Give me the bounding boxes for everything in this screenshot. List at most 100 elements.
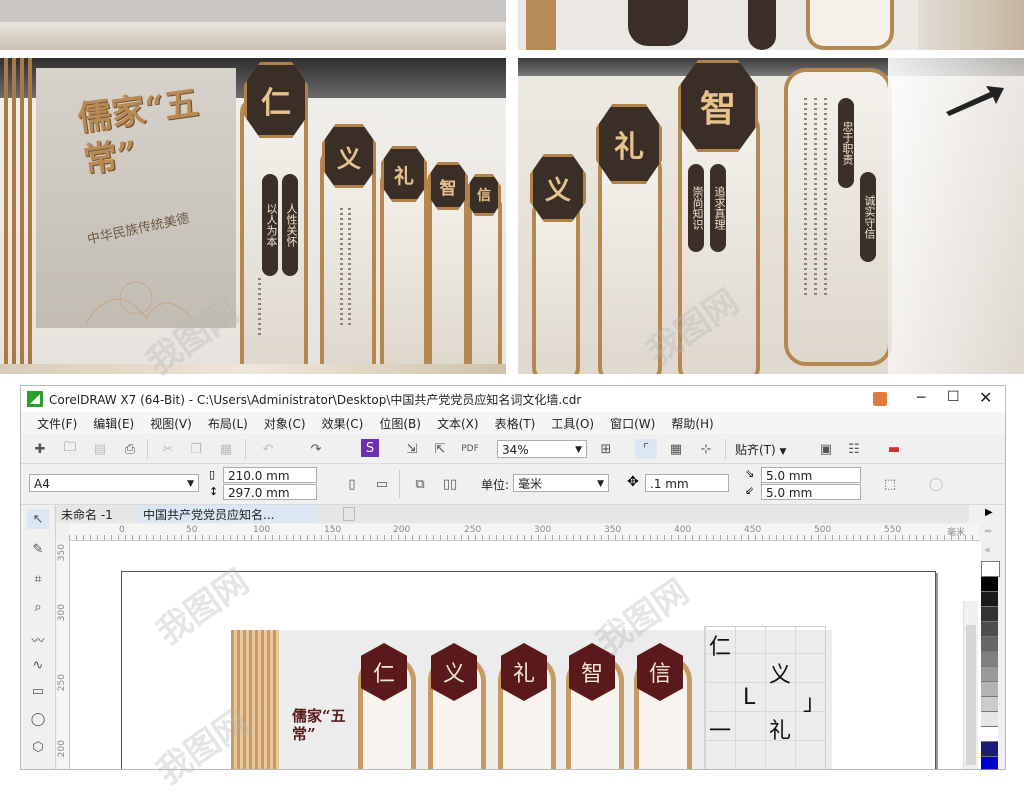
window-title: CorelDRAW X7 (64-Bit) - C:\Users\Adminis…	[49, 393, 582, 407]
show-rulers-icon[interactable]: ⌜	[635, 439, 657, 459]
nudge-distance-field[interactable]: .1 mm	[645, 474, 729, 492]
drawing-canvas[interactable]: 儒家“五常” 仁 义 礼 智 信 仁 义 L 」 一 礼	[70, 541, 981, 769]
customize-icon[interactable]: ▬	[883, 439, 905, 459]
swatch-gray-40[interactable]	[981, 667, 998, 682]
swatch-white[interactable]	[981, 727, 998, 742]
menu-text[interactable]: 文本(X)	[429, 415, 487, 432]
vertical-scrollbar[interactable]	[963, 601, 978, 769]
property-bar: A4 ▼ ▯ 210.0 mm ↕ 297.0 mm ▯ ▭ ⧉ ▯▯ 单位: …	[21, 464, 1005, 505]
menu-help[interactable]: 帮助(H)	[663, 415, 721, 432]
rectangle-tool-icon[interactable]: ▭	[27, 681, 49, 701]
zoom-tool-icon[interactable]: ⌕	[27, 597, 49, 617]
treat-as-filled-icon[interactable]: ⬚	[879, 474, 901, 494]
swatch-gray-80[interactable]	[981, 607, 998, 622]
page-size-value: A4	[34, 477, 50, 491]
open-folder-icon[interactable]: 🗀	[59, 439, 81, 459]
polygon-tool-icon[interactable]: ⬡	[27, 737, 49, 757]
swatch-navy[interactable]	[981, 742, 998, 757]
zoom-level-select[interactable]: 34% ▼	[497, 440, 587, 458]
maximize-button[interactable]: ☐	[947, 389, 960, 405]
ellipse-tool-icon[interactable]: ◯	[27, 709, 49, 729]
freehand-tool-icon[interactable]: 〰	[27, 629, 49, 649]
page-frame-icon[interactable]: ◯	[925, 474, 947, 494]
ruler-label: 400	[674, 525, 692, 535]
swatch-gray-20[interactable]	[981, 697, 998, 712]
menu-effects[interactable]: 效果(C)	[314, 415, 372, 432]
cut-icon[interactable]: ✂	[157, 439, 179, 459]
shape-tool-icon[interactable]: ✎	[27, 539, 49, 559]
swatch-none[interactable]	[981, 561, 1000, 577]
menu-tools[interactable]: 工具(O)	[543, 415, 602, 432]
swatch-gray-60[interactable]	[981, 637, 998, 652]
close-button[interactable]: ✕	[979, 388, 992, 407]
tab-add-icon[interactable]	[343, 507, 355, 521]
copy-icon[interactable]: ❐	[185, 439, 207, 459]
publish-pdf-icon[interactable]: PDF	[459, 439, 481, 459]
paste-icon[interactable]: ▦	[215, 439, 237, 459]
duplicate-y-field[interactable]: 5.0 mm	[761, 484, 861, 500]
swatch-black[interactable]	[981, 577, 998, 592]
palette-eyedropper-icon[interactable]: ✒	[984, 525, 993, 538]
grid-char-l: L	[743, 685, 756, 710]
options-icon[interactable]: ▣	[815, 439, 837, 459]
scrollbar-thumb[interactable]	[966, 625, 976, 765]
export-icon[interactable]: ⇱	[429, 439, 451, 459]
menu-object[interactable]: 对象(C)	[256, 415, 314, 432]
v-ruler-label: 300	[57, 604, 67, 622]
menu-view[interactable]: 视图(V)	[142, 415, 200, 432]
new-document-icon[interactable]: ✚	[29, 439, 51, 459]
application-launcher-icon[interactable]: ☷	[843, 439, 865, 459]
show-grid-icon[interactable]: ▦	[665, 439, 687, 459]
menu-layout[interactable]: 布局(L)	[200, 415, 256, 432]
page-width-field[interactable]: 210.0 mm	[223, 467, 317, 483]
snap-to-dropdown[interactable]: 贴齐(T) ▼	[735, 441, 786, 458]
menu-table[interactable]: 表格(T)	[487, 415, 544, 432]
virtue-board-yi	[532, 198, 580, 374]
swatch-gray-30[interactable]	[981, 682, 998, 697]
minimize-button[interactable]: ─	[917, 390, 925, 406]
artistic-media-icon[interactable]: ∿	[27, 655, 49, 675]
user-icon[interactable]	[873, 392, 887, 406]
tab-active-document-label: 中国共产党党员应知名...	[143, 508, 275, 522]
photo-corridor-top-left	[0, 0, 506, 50]
tab-active-document[interactable]: 中国共产党党员应知名...	[137, 505, 317, 523]
menu-edit[interactable]: 编辑(E)	[85, 415, 142, 432]
all-pages-icon[interactable]: ⧉	[409, 474, 431, 494]
import-icon[interactable]: ⇲	[401, 439, 423, 459]
landscape-icon[interactable]: ▭	[371, 474, 393, 494]
print-icon[interactable]: ⎙	[119, 439, 141, 459]
menu-bar: 文件(F) 编辑(E) 视图(V) 布局(L) 对象(C) 效果(C) 位图(B…	[21, 412, 1005, 434]
ruler-label: 350	[604, 525, 622, 535]
crop-tool-icon[interactable]: ⌗	[27, 569, 49, 589]
swatch-blue[interactable]	[981, 757, 998, 770]
swatch-gray-90[interactable]	[981, 592, 998, 607]
swatch-gray-10[interactable]	[981, 712, 998, 727]
vertical-ruler: 350 300 250 200	[57, 540, 70, 769]
page-size-select[interactable]: A4 ▼	[29, 474, 199, 492]
units-select[interactable]: 毫米 ▼	[513, 474, 609, 492]
corel-connect-icon[interactable]: S	[361, 439, 379, 457]
pick-tool-icon[interactable]: ↖	[27, 509, 49, 529]
photo-wall-top-right	[518, 0, 1024, 50]
grid-char-li: 礼	[769, 719, 792, 744]
menu-bitmaps[interactable]: 位图(B)	[371, 415, 429, 432]
show-guidelines-icon[interactable]: ⊹	[695, 439, 717, 459]
page-height-field[interactable]: 297.0 mm	[223, 484, 317, 500]
current-page-icon[interactable]: ▯▯	[439, 474, 461, 494]
menu-file[interactable]: 文件(F)	[29, 415, 85, 432]
menu-window[interactable]: 窗口(W)	[602, 415, 663, 432]
portrait-icon[interactable]: ▯	[341, 474, 363, 494]
full-screen-icon[interactable]: ⊞	[595, 439, 617, 459]
palette-scroll-up-icon[interactable]: ▶	[985, 507, 993, 518]
page-height-icon: ↕	[209, 485, 219, 498]
swatch-gray-50[interactable]	[981, 652, 998, 667]
duplicate-x-field[interactable]: 5.0 mm	[761, 467, 861, 483]
virtue-pill-right-a: 忠于职责	[838, 98, 854, 188]
duplicate-y-icon: ⇙	[745, 484, 755, 497]
save-icon[interactable]: ▤	[89, 439, 111, 459]
palette-flyout-icon[interactable]: ◂	[984, 543, 990, 556]
undo-icon[interactable]: ↶	[257, 439, 279, 459]
tab-untitled[interactable]: 未命名 -1	[61, 506, 113, 523]
redo-icon[interactable]: ↷	[305, 439, 327, 459]
swatch-gray-70[interactable]	[981, 622, 998, 637]
